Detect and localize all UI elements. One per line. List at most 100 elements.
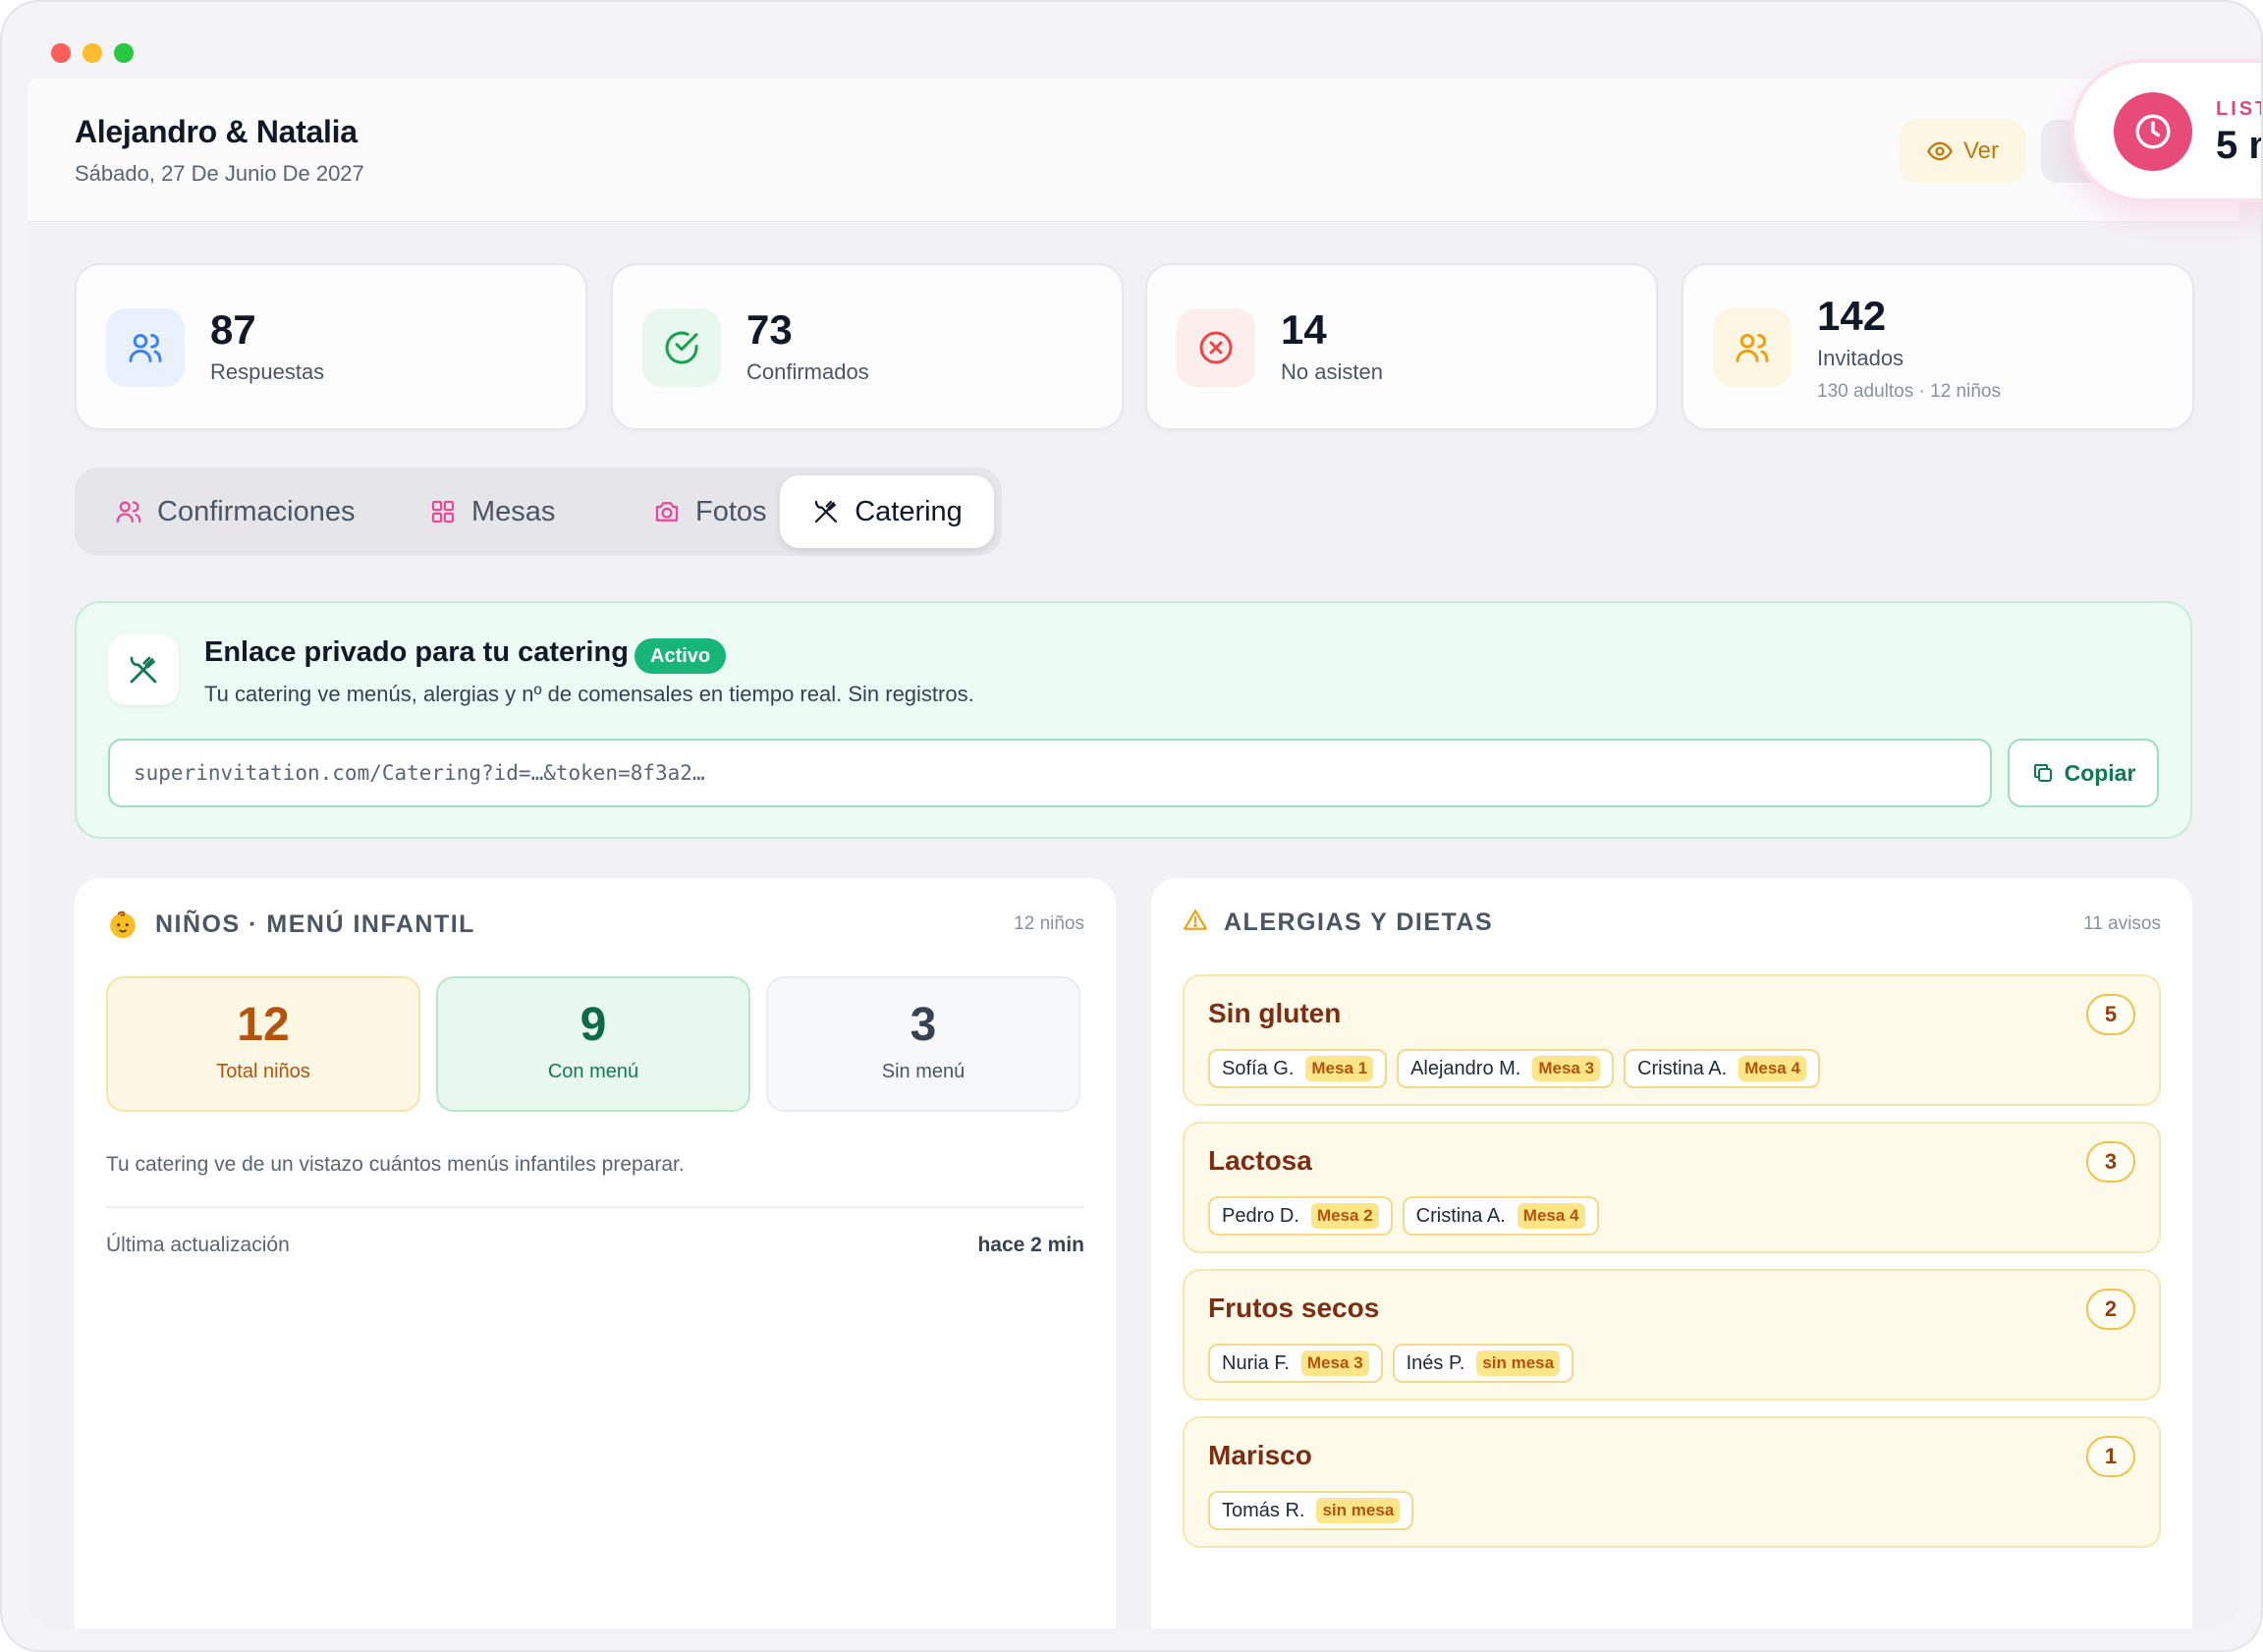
table-tag: Mesa 3 bbox=[1532, 1056, 1601, 1081]
stat-card-guests: 142 Invitados 130 adultos · 12 niños bbox=[1682, 263, 2194, 430]
window-minimize-button[interactable] bbox=[83, 43, 102, 63]
guest-name: Inés P. bbox=[1406, 1351, 1465, 1374]
camera-icon bbox=[655, 502, 679, 522]
table-tag: Mesa 3 bbox=[1300, 1350, 1369, 1376]
divider bbox=[106, 1206, 1084, 1208]
allergies-count: 11 avisos bbox=[2083, 913, 2161, 934]
guest-chip-list: Nuria F. Mesa 3 Inés P. sin mesa bbox=[1208, 1344, 1574, 1383]
stat-label: Respuestas bbox=[210, 359, 325, 384]
stat-card-responses: 87 Respuestas bbox=[75, 263, 587, 430]
guest-chip[interactable]: Inés P. sin mesa bbox=[1392, 1344, 1574, 1383]
guest-chip[interactable]: Sofía G. Mesa 1 bbox=[1208, 1049, 1388, 1088]
stat-card-declined: 14 No asisten bbox=[1145, 263, 1658, 430]
status-badge: Activo bbox=[635, 638, 727, 674]
stat-card-confirmed: 73 Confirmados bbox=[611, 263, 1124, 430]
view-button[interactable]: Ver bbox=[1900, 120, 2025, 183]
users-icon bbox=[106, 308, 185, 387]
tab-mesas[interactable]: Mesas bbox=[428, 475, 555, 548]
tab-catering[interactable]: Catering bbox=[780, 475, 994, 548]
users-icon bbox=[1713, 308, 1792, 387]
kids-count: 12 niños bbox=[1014, 913, 1084, 934]
tab-label: Mesas bbox=[471, 495, 556, 527]
last-updated-value: hace 2 min bbox=[977, 1234, 1084, 1256]
x-circle-icon bbox=[1177, 308, 1255, 387]
stat-label: No asisten bbox=[1281, 359, 1383, 384]
allergies-card: ALERGIAS Y DIETAS 11 avisos Sin gluten 5… bbox=[1151, 878, 2192, 1628]
catering-link-title: Enlace privado para tu catering bbox=[204, 636, 629, 668]
users-icon bbox=[116, 501, 141, 523]
last-updated-label: Última actualización bbox=[106, 1234, 290, 1256]
section-tabs: Confirmaciones Mesas Fotos Catering bbox=[75, 468, 1002, 556]
allergies-card-title: ALERGIAS Y DIETAS bbox=[1224, 909, 1494, 936]
stat-label: Invitados bbox=[1817, 346, 1904, 370]
app-window: Alejandro & Natalia Sábado, 27 De Junio … bbox=[0, 0, 2263, 1652]
allergy-name: Lactosa bbox=[1208, 1145, 1312, 1176]
allergy-group-marisco: Marisco 1 Tomás R. sin mesa bbox=[1183, 1416, 2161, 1548]
couple-names: Alejandro & Natalia bbox=[75, 114, 358, 149]
kids-total-box: 12 Total niños bbox=[106, 976, 420, 1112]
warning-icon bbox=[1183, 908, 1208, 938]
guest-chip[interactable]: Pedro D. Mesa 2 bbox=[1208, 1196, 1393, 1236]
guest-name: Tomás R. bbox=[1222, 1499, 1305, 1521]
allergy-group-sin-gluten: Sin gluten 5 Sofía G. Mesa 1 Alejandro M.… bbox=[1183, 974, 2161, 1106]
tab-fotos[interactable]: Fotos bbox=[652, 475, 767, 548]
kids-description: Tu catering ve de un vistazo cuántos men… bbox=[106, 1153, 685, 1176]
tab-confirmaciones[interactable]: Confirmaciones bbox=[114, 475, 355, 548]
guest-chip-list: Sofía G. Mesa 1 Alejandro M. Mesa 3 Cristi… bbox=[1208, 1049, 1820, 1088]
kids-menu-card: NIÑOS · MENÚ INFANTIL 12 niños 12 Total … bbox=[75, 878, 1116, 1628]
allergy-name: Frutos secos bbox=[1208, 1293, 1380, 1323]
guest-chip-list: Tomás R. sin mesa bbox=[1208, 1491, 1414, 1530]
stat-label: Confirmados bbox=[746, 359, 869, 384]
copy-icon bbox=[2033, 764, 2052, 782]
catering-link-description: Tu catering ve menús, alergias y nº de c… bbox=[204, 682, 974, 706]
allergies-card-header: ALERGIAS Y DIETAS bbox=[1183, 908, 1493, 938]
allergy-count-badge: 2 bbox=[2086, 1289, 2135, 1330]
event-date: Sábado, 27 De Junio De 2027 bbox=[75, 161, 364, 186]
stat-value: 142 bbox=[1817, 293, 1887, 339]
tab-label: Fotos bbox=[695, 495, 767, 527]
allergy-name: Sin gluten bbox=[1208, 998, 1342, 1028]
guest-chip[interactable]: Cristina A. Mesa 4 bbox=[1402, 1196, 1599, 1236]
baby-icon bbox=[110, 910, 136, 939]
grid-icon bbox=[431, 500, 455, 523]
table-tag: sin mesa bbox=[1476, 1350, 1561, 1376]
stat-value: 14 bbox=[1281, 306, 1327, 353]
allergy-name: Marisco bbox=[1208, 1440, 1312, 1470]
guest-name: Nuria F. bbox=[1222, 1351, 1290, 1374]
clock-icon bbox=[2114, 92, 2192, 171]
table-tag: Mesa 2 bbox=[1310, 1203, 1379, 1229]
floating-label: LIST bbox=[2216, 98, 2261, 120]
kids-without-menu-box: 3 Sin menú bbox=[766, 976, 1080, 1112]
guest-chip[interactable]: Cristina A. Mesa 4 bbox=[1624, 1049, 1820, 1088]
table-tag: Mesa 4 bbox=[1739, 1056, 1806, 1081]
kids-without-menu-value: 3 bbox=[910, 999, 937, 1051]
check-circle-icon bbox=[642, 308, 721, 387]
tab-label: Confirmaciones bbox=[157, 495, 356, 527]
guest-name: Alejandro M. bbox=[1410, 1057, 1521, 1079]
catering-link-url-field[interactable]: superinvitation.com/Catering?id=…&token=… bbox=[108, 739, 1992, 807]
stat-value: 73 bbox=[746, 306, 793, 353]
catering-link-panel: Enlace privado para tu catering Activo T… bbox=[75, 601, 2192, 839]
copy-link-button[interactable]: Copiar bbox=[2008, 739, 2159, 807]
allergy-group-frutos-secos: Frutos secos 2 Nuria F. Mesa 3 Inés P. sin… bbox=[1183, 1269, 2161, 1401]
tab-label: Catering bbox=[855, 495, 963, 527]
floating-status-card[interactable]: LIST 5 m bbox=[2070, 59, 2261, 202]
guest-chip-list: Pedro D. Mesa 2 Cristina A. Mesa 4 bbox=[1208, 1196, 1599, 1236]
kids-total-value: 12 bbox=[237, 999, 290, 1051]
utensils-icon bbox=[108, 634, 179, 705]
guest-chip[interactable]: Tomás R. sin mesa bbox=[1208, 1491, 1414, 1530]
allergy-count-badge: 5 bbox=[2086, 994, 2135, 1035]
allergy-count-badge: 3 bbox=[2086, 1141, 2135, 1183]
guest-chip[interactable]: Nuria F. Mesa 3 bbox=[1208, 1344, 1383, 1383]
guest-chip[interactable]: Alejandro M. Mesa 3 bbox=[1397, 1049, 1615, 1088]
window-close-button[interactable] bbox=[51, 43, 71, 63]
kids-card-header: NIÑOS · MENÚ INFANTIL bbox=[106, 908, 475, 941]
kids-with-menu-value: 9 bbox=[580, 999, 607, 1051]
window-maximize-button[interactable] bbox=[114, 43, 134, 63]
view-button-label: Ver bbox=[1962, 138, 2000, 164]
dashboard: Alejandro & Natalia Sábado, 27 De Junio … bbox=[28, 79, 2239, 1628]
guest-name: Cristina A. bbox=[1637, 1057, 1728, 1079]
event-header: Alejandro & Natalia Sábado, 27 De Junio … bbox=[28, 79, 2239, 222]
table-tag: sin mesa bbox=[1316, 1498, 1401, 1523]
kids-with-menu-label: Con menú bbox=[547, 1061, 639, 1082]
